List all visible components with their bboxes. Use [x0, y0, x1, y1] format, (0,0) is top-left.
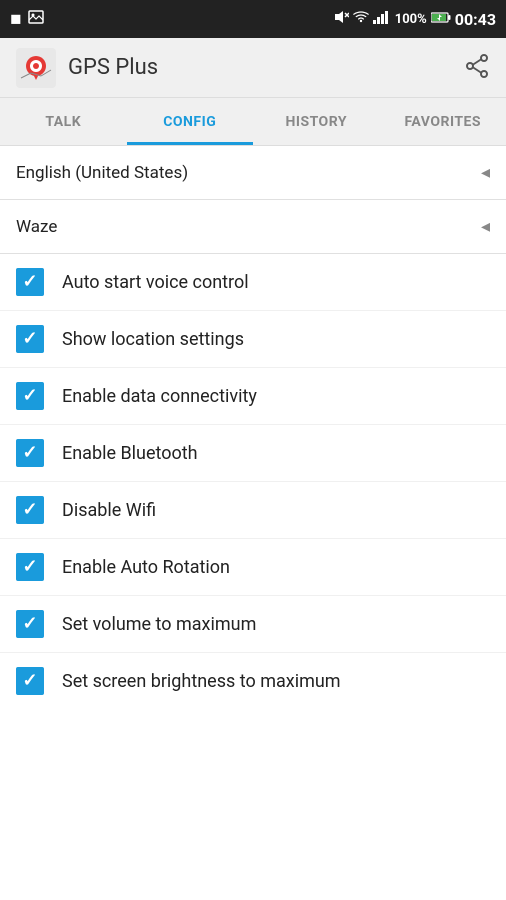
battery-icon	[431, 11, 451, 28]
battery-percent: 100%	[395, 12, 427, 27]
status-bar: ◼	[0, 0, 506, 38]
app-bar-left: GPS Plus	[16, 48, 158, 88]
language-dropdown[interactable]: English (United States) ◂	[0, 146, 506, 200]
checkbox-disable-wifi[interactable]: ✓ Disable Wifi	[0, 482, 506, 539]
checkbox-set-volume-label: Set volume to maximum	[62, 614, 256, 635]
status-right: 100% 00:43	[333, 9, 496, 29]
app-value: Waze	[16, 217, 57, 237]
checkbox-enable-data-box: ✓	[16, 382, 44, 410]
app-bar: GPS Plus	[0, 38, 506, 98]
tab-config[interactable]: CONFIG	[127, 98, 254, 145]
checkbox-disable-wifi-label: Disable Wifi	[62, 500, 156, 521]
checkbox-set-brightness-label: Set screen brightness to maximum	[62, 671, 341, 692]
checkbox-auto-start-voice-box: ✓	[16, 268, 44, 296]
checkbox-enable-data-label: Enable data connectivity	[62, 386, 257, 407]
checkbox-list: ✓ Auto start voice control ✓ Show locati…	[0, 254, 506, 709]
share-icon[interactable]	[464, 53, 490, 83]
checkbox-enable-bluetooth[interactable]: ✓ Enable Bluetooth	[0, 425, 506, 482]
checkbox-enable-bluetooth-label: Enable Bluetooth	[62, 443, 198, 464]
checkbox-enable-rotation-label: Enable Auto Rotation	[62, 557, 230, 578]
signal-icon	[373, 10, 391, 28]
checkbox-set-brightness-box: ✓	[16, 667, 44, 695]
checkbox-enable-bluetooth-box: ✓	[16, 439, 44, 467]
checkbox-set-volume[interactable]: ✓ Set volume to maximum	[0, 596, 506, 653]
tab-bar: TALK CONFIG HISTORY FAVORITES	[0, 98, 506, 146]
checkbox-set-volume-box: ✓	[16, 610, 44, 638]
checkbox-auto-start-voice[interactable]: ✓ Auto start voice control	[0, 254, 506, 311]
app-logo	[16, 48, 56, 88]
app-title: GPS Plus	[68, 55, 158, 80]
tab-talk[interactable]: TALK	[0, 98, 127, 145]
checkbox-set-brightness[interactable]: ✓ Set screen brightness to maximum	[0, 653, 506, 709]
checkbox-disable-wifi-box: ✓	[16, 496, 44, 524]
app-arrow-icon: ◂	[481, 216, 490, 237]
mute-icon	[333, 9, 349, 29]
tab-favorites[interactable]: FAVORITES	[380, 98, 506, 145]
status-left: ◼	[10, 10, 44, 28]
checkbox-enable-rotation-box: ✓	[16, 553, 44, 581]
wifi-icon	[353, 10, 369, 28]
app-dropdown[interactable]: Waze ◂	[0, 200, 506, 254]
checkbox-enable-rotation[interactable]: ✓ Enable Auto Rotation	[0, 539, 506, 596]
language-arrow-icon: ◂	[481, 162, 490, 183]
tab-history[interactable]: HISTORY	[253, 98, 380, 145]
language-value: English (United States)	[16, 163, 188, 183]
checkbox-show-location-box: ✓	[16, 325, 44, 353]
checkbox-show-location-label: Show location settings	[62, 329, 244, 350]
checkbox-enable-data[interactable]: ✓ Enable data connectivity	[0, 368, 506, 425]
usb-icon: ◼	[10, 11, 22, 27]
checkbox-show-location[interactable]: ✓ Show location settings	[0, 311, 506, 368]
checkbox-auto-start-voice-label: Auto start voice control	[62, 272, 249, 293]
content: English (United States) ◂ Waze ◂ ✓ Auto …	[0, 146, 506, 709]
status-time: 00:43	[455, 10, 496, 29]
image-icon	[28, 10, 44, 28]
